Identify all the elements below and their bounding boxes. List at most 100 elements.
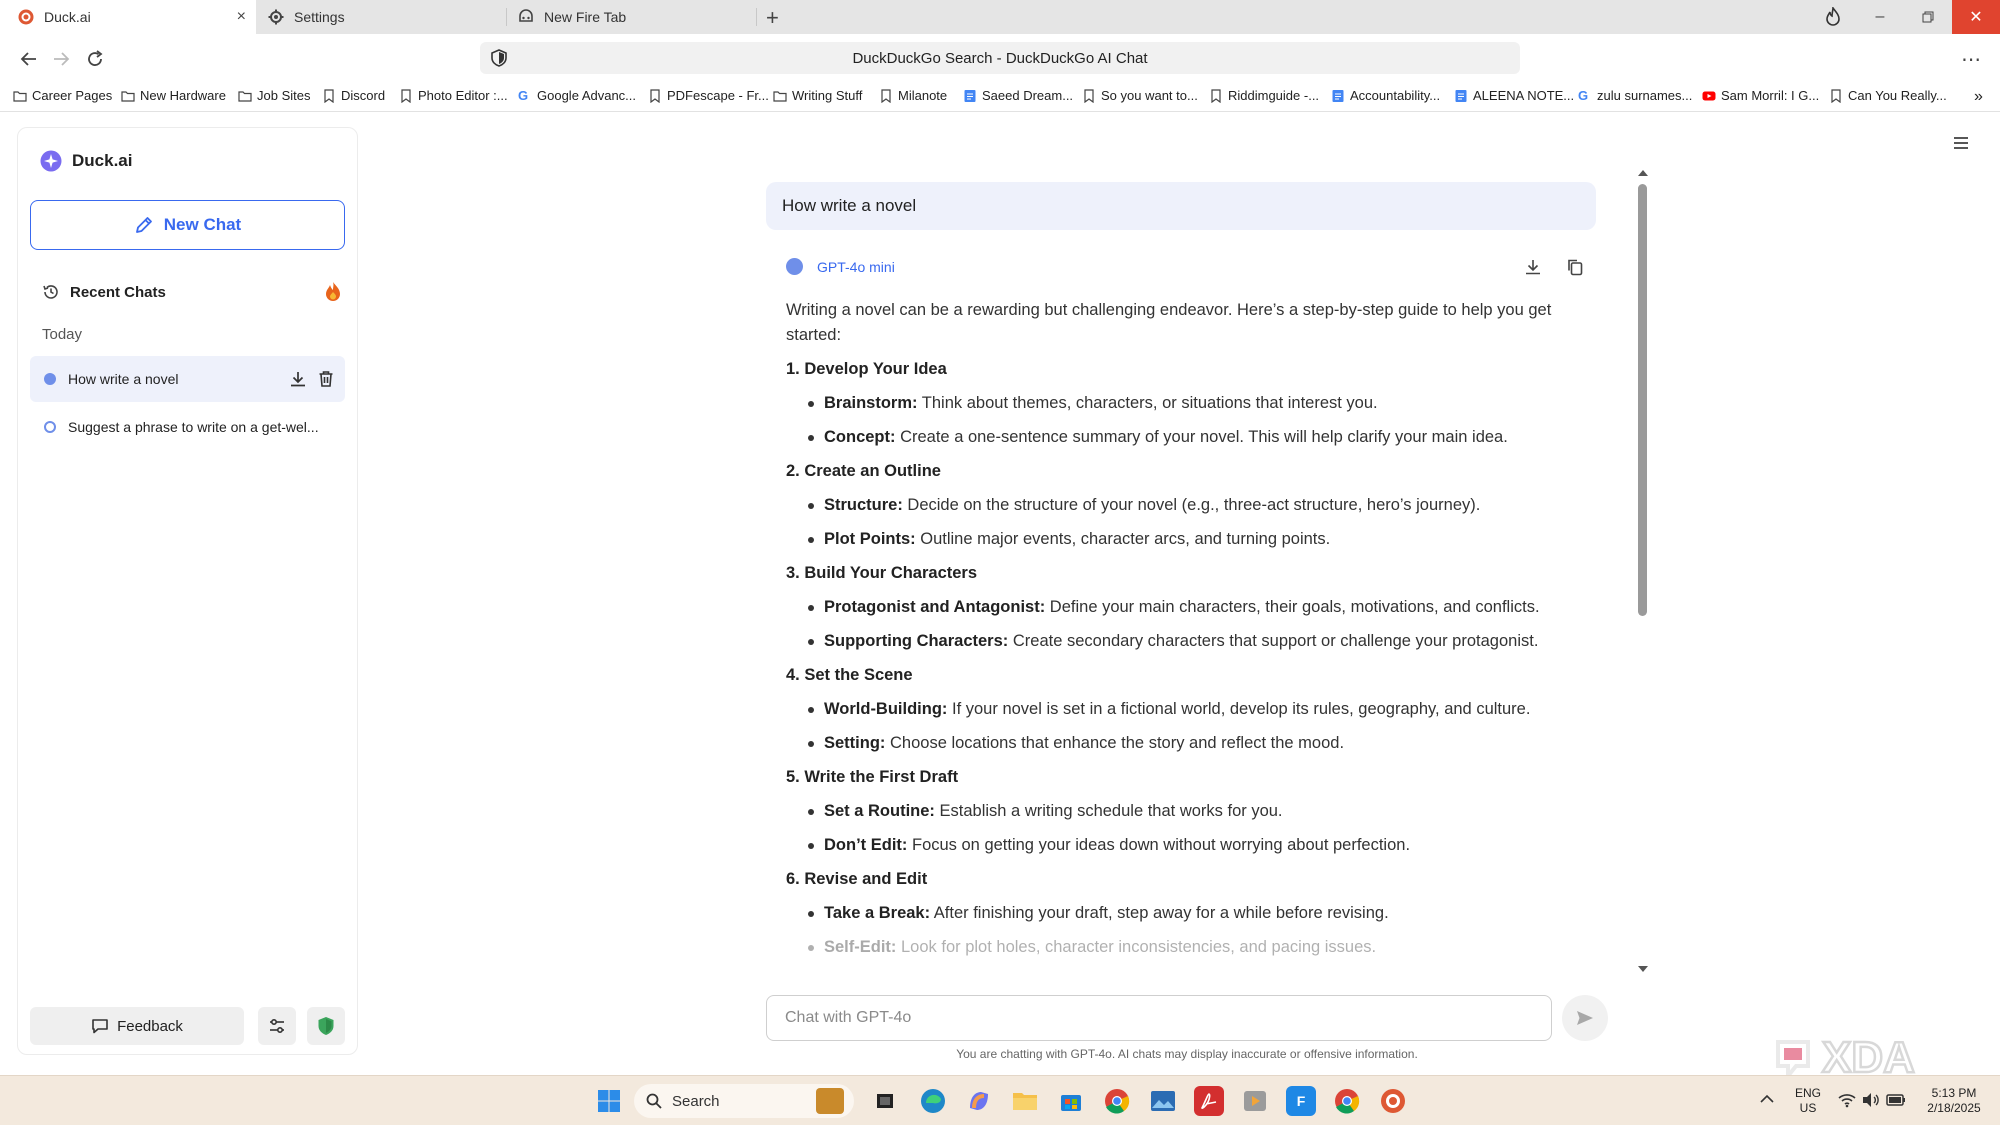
settings-button[interactable]	[258, 1007, 296, 1045]
bullet-text: Think about themes, characters, or situa…	[917, 394, 1378, 412]
chat-list-item[interactable]: Suggest a phrase to write on a get-wel..…	[30, 404, 345, 450]
volume-icon[interactable]	[1862, 1092, 1880, 1108]
bookmark-zulu-surnames[interactable]: G zulu surnames...	[1578, 88, 1692, 103]
list-item: Self-Edit: Look for plot holes, characte…	[786, 935, 1586, 960]
language-indicator[interactable]: ENG US	[1790, 1086, 1826, 1116]
forward-button[interactable]	[48, 46, 74, 72]
new-tab-button[interactable]: +	[766, 5, 779, 31]
chat-title: How write a novel	[68, 371, 179, 387]
list-item: Protagonist and Antagonist: Define your …	[786, 595, 1586, 620]
edge-icon[interactable]	[918, 1086, 948, 1116]
search-icon	[646, 1093, 662, 1109]
reload-button[interactable]	[82, 46, 108, 72]
bookmark-photo-editor[interactable]: Photo Editor :...	[399, 88, 508, 103]
minimize-button[interactable]: –	[1856, 0, 1904, 34]
bookmark-aleena-note[interactable]: ALEENA NOTE...	[1454, 88, 1574, 103]
recent-chats-title: Recent Chats	[70, 283, 166, 301]
bookmark-riddimguide[interactable]: Riddimguide -...	[1209, 88, 1319, 103]
microsoft-store-icon[interactable]	[1056, 1086, 1086, 1116]
clock[interactable]: 5:13 PM 2/18/2025	[1916, 1086, 1992, 1116]
chat-status-dot	[44, 373, 56, 385]
privacy-protection-button[interactable]	[307, 1007, 345, 1045]
sidebar: Duck.ai New Chat Recent Chats Today How …	[17, 127, 358, 1055]
pencil-icon	[135, 217, 152, 233]
bookmark-discord[interactable]: Discord	[322, 88, 385, 103]
scroll-up-arrow[interactable]	[1637, 168, 1649, 178]
bookmark-label: Accountability...	[1350, 88, 1441, 103]
photos-icon[interactable]	[1148, 1086, 1178, 1116]
list-item: Take a Break: After finishing your draft…	[786, 901, 1586, 926]
fire-tab-icon	[518, 9, 534, 25]
restore-button[interactable]	[1904, 0, 1952, 34]
fire-button-icon[interactable]	[1824, 7, 1842, 27]
bookmark-label: Sam Morril: I G...	[1721, 88, 1820, 103]
download-response-icon[interactable]	[1524, 258, 1542, 276]
trash-icon[interactable]	[317, 370, 335, 388]
chat-input-placeholder: Chat with GPT-4o	[785, 1009, 912, 1026]
f-app-icon[interactable]: F	[1286, 1086, 1316, 1116]
bookmark-can-you-really[interactable]: Can You Really...	[1829, 88, 1947, 103]
brand[interactable]: Duck.ai	[40, 150, 132, 172]
privacy-shield-icon[interactable]	[490, 49, 508, 67]
address-bar[interactable]: DuckDuckGo Search - DuckDuckGo AI Chat	[480, 42, 1520, 74]
bookmark-job-sites[interactable]: Job Sites	[238, 88, 310, 103]
bookmark-new-hardware[interactable]: New Hardware	[121, 88, 226, 103]
google-icon: G	[518, 87, 529, 103]
new-chat-button[interactable]: New Chat	[30, 200, 345, 250]
bookmark-career-pages[interactable]: Career Pages	[13, 88, 112, 103]
history-icon	[43, 285, 58, 299]
back-button[interactable]	[16, 46, 42, 72]
bookmark-icon	[881, 88, 891, 103]
close-tab-icon[interactable]: ×	[237, 8, 246, 26]
feedback-button[interactable]: Feedback	[30, 1007, 244, 1045]
browser-menu-button[interactable]: ⋯	[1958, 46, 1984, 72]
scroll-down-arrow[interactable]	[1637, 964, 1649, 974]
acrobat-icon[interactable]	[1194, 1086, 1224, 1116]
bullet-text: Establish a writing schedule that works …	[934, 802, 1283, 820]
duckduckgo-browser-icon[interactable]	[1378, 1086, 1408, 1116]
list-item: Setting: Choose locations that enhance t…	[786, 731, 1586, 756]
send-button[interactable]	[1562, 995, 1608, 1041]
scrollbar-thumb[interactable]	[1638, 184, 1647, 616]
chrome-profile-icon[interactable]	[1332, 1086, 1362, 1116]
bookmark-so-you-want-to[interactable]: So you want to...	[1082, 88, 1198, 103]
fire-clear-chats-icon[interactable]	[324, 281, 342, 301]
copy-icon[interactable]	[1566, 258, 1584, 276]
battery-icon[interactable]	[1886, 1093, 1906, 1107]
tab-title: New Fire Tab	[544, 9, 627, 25]
file-explorer-icon[interactable]	[1010, 1086, 1040, 1116]
bookmark-google-advanced[interactable]: G Google Advanc...	[518, 88, 636, 103]
tab-settings[interactable]: Settings	[256, 0, 506, 34]
bullet-text: Focus on getting your ideas down without…	[907, 836, 1411, 854]
tab-duck-ai[interactable]: Duck.ai ×	[0, 0, 256, 34]
bookmark-pdfescape[interactable]: PDFescape - Fr...	[648, 88, 769, 103]
bookmark-saeed-dream[interactable]: Saeed Dream...	[963, 88, 1073, 103]
bookmark-label: Job Sites	[257, 88, 311, 103]
menu-icon[interactable]	[1952, 135, 1970, 151]
bookmarks-overflow-icon[interactable]: »	[1974, 88, 1983, 106]
bookmark-accountability[interactable]: Accountability...	[1331, 88, 1440, 103]
bookmark-sam-morril[interactable]: Sam Morril: I G...	[1702, 88, 1819, 103]
bookmark-label: Saeed Dream...	[982, 88, 1074, 103]
bullet-term: Protagonist and Antagonist:	[824, 598, 1046, 616]
task-view-icon[interactable]	[870, 1086, 900, 1116]
bookmark-writing-stuff[interactable]: Writing Stuff	[773, 88, 862, 103]
bookmark-icon	[1831, 88, 1841, 103]
section-heading: 4. Set the Scene	[786, 666, 913, 684]
chat-input[interactable]: Chat with GPT-4o	[766, 995, 1552, 1041]
wifi-icon[interactable]	[1838, 1092, 1856, 1108]
folder-icon	[121, 90, 135, 102]
taskbar-search[interactable]: Search	[634, 1084, 854, 1118]
bookmark-milanote[interactable]: Milanote	[879, 88, 947, 103]
copilot-icon[interactable]	[964, 1086, 994, 1116]
bullet-text: After finishing your draft, step away fo…	[930, 904, 1389, 922]
chevron-up-icon[interactable]	[1760, 1094, 1774, 1104]
chrome-icon[interactable]	[1102, 1086, 1132, 1116]
download-icon[interactable]	[289, 370, 307, 388]
tab-new-fire-tab[interactable]: New Fire Tab	[506, 0, 756, 34]
close-window-button[interactable]: ✕	[1952, 0, 2000, 34]
windows-start-icon[interactable]	[594, 1086, 624, 1116]
chat-list-item-selected[interactable]: How write a novel	[30, 356, 345, 402]
media-player-icon[interactable]	[1240, 1086, 1270, 1116]
list-item: Concept: Create a one-sentence summary o…	[786, 425, 1586, 450]
